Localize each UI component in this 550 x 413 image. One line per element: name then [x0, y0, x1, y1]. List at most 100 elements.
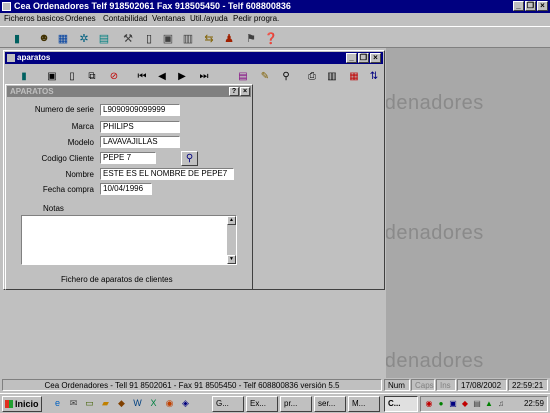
transfer-icon[interactable]: ⇆: [201, 30, 217, 46]
tools-icon[interactable]: ⚒: [120, 30, 136, 46]
edit-icon[interactable]: ✎: [257, 68, 273, 85]
modelo-field[interactable]: LAVAVAJILLAS: [100, 136, 180, 148]
menu-pedir-progra[interactable]: Pedir progra.: [233, 13, 279, 25]
excel-icon[interactable]: X: [148, 398, 159, 409]
new-document-icon[interactable]: ▯: [64, 68, 80, 85]
menu-ventanas[interactable]: Ventanas: [152, 13, 185, 25]
printer-icon[interactable]: ▥: [324, 68, 340, 85]
delete-icon[interactable]: ⊘: [106, 68, 122, 85]
marca-field[interactable]: PHILIPS: [100, 121, 180, 133]
aparatos-title-bar: aparatos _ ❐ ×: [5, 52, 383, 64]
gear-icon[interactable]: ✲: [76, 30, 92, 46]
app-icon[interactable]: ◆: [116, 398, 127, 409]
status-time: 22:59:21: [508, 379, 548, 391]
table-icon[interactable]: ▦: [346, 68, 362, 85]
nombre-field[interactable]: ESTE ES EL NOMBRE DE PEPE7: [100, 168, 234, 180]
tray-icon[interactable]: ◉: [424, 399, 434, 409]
find-icon[interactable]: ⚲: [278, 68, 294, 85]
search-client-button[interactable]: ⚲: [181, 151, 198, 166]
form-title-bar: APARATOS ? ×: [7, 86, 251, 97]
tray-icon[interactable]: ▲: [484, 399, 494, 409]
ie-icon[interactable]: e: [52, 398, 63, 409]
help-button[interactable]: ?: [229, 87, 239, 96]
tray-icon[interactable]: ◆: [460, 399, 470, 409]
window-controls: _ ❐ ×: [512, 1, 548, 12]
explorer-icon[interactable]: ◉: [164, 398, 175, 409]
restore-button[interactable]: ❐: [525, 1, 536, 11]
marca-label: Marca: [71, 122, 94, 131]
menu-ordenes[interactable]: Ordenes: [65, 13, 96, 25]
first-record-icon[interactable]: ⏮: [134, 68, 150, 85]
taskbar-button[interactable]: pr...: [280, 396, 312, 412]
fecha-label: Fecha compra: [42, 185, 94, 194]
media-icon[interactable]: ◈: [180, 398, 191, 409]
status-ins: Ins: [436, 379, 456, 391]
scroll-down-arrow-icon[interactable]: ▼: [227, 255, 236, 264]
nombre-label: Nombre: [65, 170, 94, 179]
chart-icon[interactable]: ▤: [96, 30, 112, 46]
status-main: Cea Ordenadores - Tell 91 8502061 - Fax …: [2, 379, 382, 391]
notas-scrollbar[interactable]: ▲ ▼: [227, 216, 236, 264]
shopping-icon[interactable]: ⚑: [243, 30, 259, 46]
scroll-up-arrow-icon[interactable]: ▲: [227, 216, 236, 225]
book-icon[interactable]: ▮: [16, 68, 32, 85]
status-bar: Cea Ordenadores - Tell 91 8502061 - Fax …: [0, 378, 550, 392]
print-preview-icon[interactable]: ⎙: [304, 68, 320, 85]
next-record-icon[interactable]: ▶: [174, 68, 190, 85]
window-icon[interactable]: ▣: [160, 30, 176, 46]
start-button[interactable]: Inicio: [2, 396, 42, 412]
word-icon[interactable]: W: [132, 398, 143, 409]
sort-ascending-icon[interactable]: ⇅: [366, 68, 382, 85]
tray-icon[interactable]: ●: [436, 399, 446, 409]
tray-icon[interactable]: ▤: [472, 399, 482, 409]
menu-util-ayuda[interactable]: Util./ayuda: [190, 13, 228, 25]
aparatos-title: aparatos: [17, 53, 51, 62]
serie-field[interactable]: L9090909099999: [100, 104, 180, 116]
restore-button[interactable]: ❐: [358, 53, 369, 63]
watermark-text: ordenadores: [386, 350, 484, 372]
desktop-icon[interactable]: ▭: [84, 398, 95, 409]
form-footer: Fichero de aparatos de clientes: [61, 275, 173, 284]
close-button[interactable]: ×: [240, 87, 250, 96]
taskbar-button-active[interactable]: C...: [384, 396, 418, 412]
help-icon[interactable]: ❓: [263, 30, 279, 46]
last-record-icon[interactable]: ⏭: [196, 68, 212, 85]
notas-label: Notas: [43, 204, 64, 213]
book-icon[interactable]: ▮: [9, 30, 25, 46]
menu-ficheros-basicos[interactable]: Ficheros basicos: [4, 13, 64, 25]
save-icon[interactable]: ▣: [44, 68, 60, 85]
window-title: Cea Ordenadores Telf 918502061 Fax 91850…: [14, 1, 291, 11]
copy-icon[interactable]: ⧉: [84, 68, 100, 85]
grid-icon[interactable]: ▦: [55, 30, 71, 46]
application-window: Cea Ordenadores Telf 918502061 Fax 91850…: [0, 0, 550, 413]
document-icon[interactable]: ▯: [141, 30, 157, 46]
magnifier-icon: ⚲: [185, 153, 194, 164]
cliente-label: Codigo Cliente: [41, 154, 94, 163]
notas-textarea[interactable]: [21, 215, 237, 265]
taskbar-clock[interactable]: 22:59: [524, 397, 544, 411]
windows-logo-icon: [5, 400, 13, 408]
app-icon: [2, 2, 11, 11]
close-button[interactable]: ×: [537, 1, 548, 11]
modelo-label: Modelo: [67, 138, 94, 147]
outlook-icon[interactable]: ✉: [68, 398, 79, 409]
person-icon[interactable]: ☻: [36, 30, 52, 46]
fecha-field[interactable]: 10/04/1996: [100, 183, 152, 195]
minimize-button[interactable]: _: [513, 1, 524, 11]
previous-record-icon[interactable]: ◀: [154, 68, 170, 85]
taskbar-button[interactable]: ser...: [314, 396, 346, 412]
taskbar-button[interactable]: M...: [348, 396, 380, 412]
menu-contabilidad[interactable]: Contabilidad: [103, 13, 147, 25]
taskbar-button[interactable]: Ex...: [246, 396, 278, 412]
printer-icon[interactable]: ▥: [180, 30, 196, 46]
close-button[interactable]: ×: [370, 53, 381, 63]
people-icon[interactable]: ♟: [221, 30, 237, 46]
cliente-field[interactable]: PEPE 7: [100, 152, 156, 164]
taskbar-button[interactable]: G...: [212, 396, 244, 412]
window-icon: [7, 54, 15, 62]
form-icon[interactable]: ▤: [235, 68, 251, 85]
volume-icon[interactable]: ♫: [496, 399, 506, 409]
folder-icon[interactable]: ▰: [100, 398, 111, 409]
minimize-button[interactable]: _: [346, 53, 357, 63]
tray-icon[interactable]: ▣: [448, 399, 458, 409]
